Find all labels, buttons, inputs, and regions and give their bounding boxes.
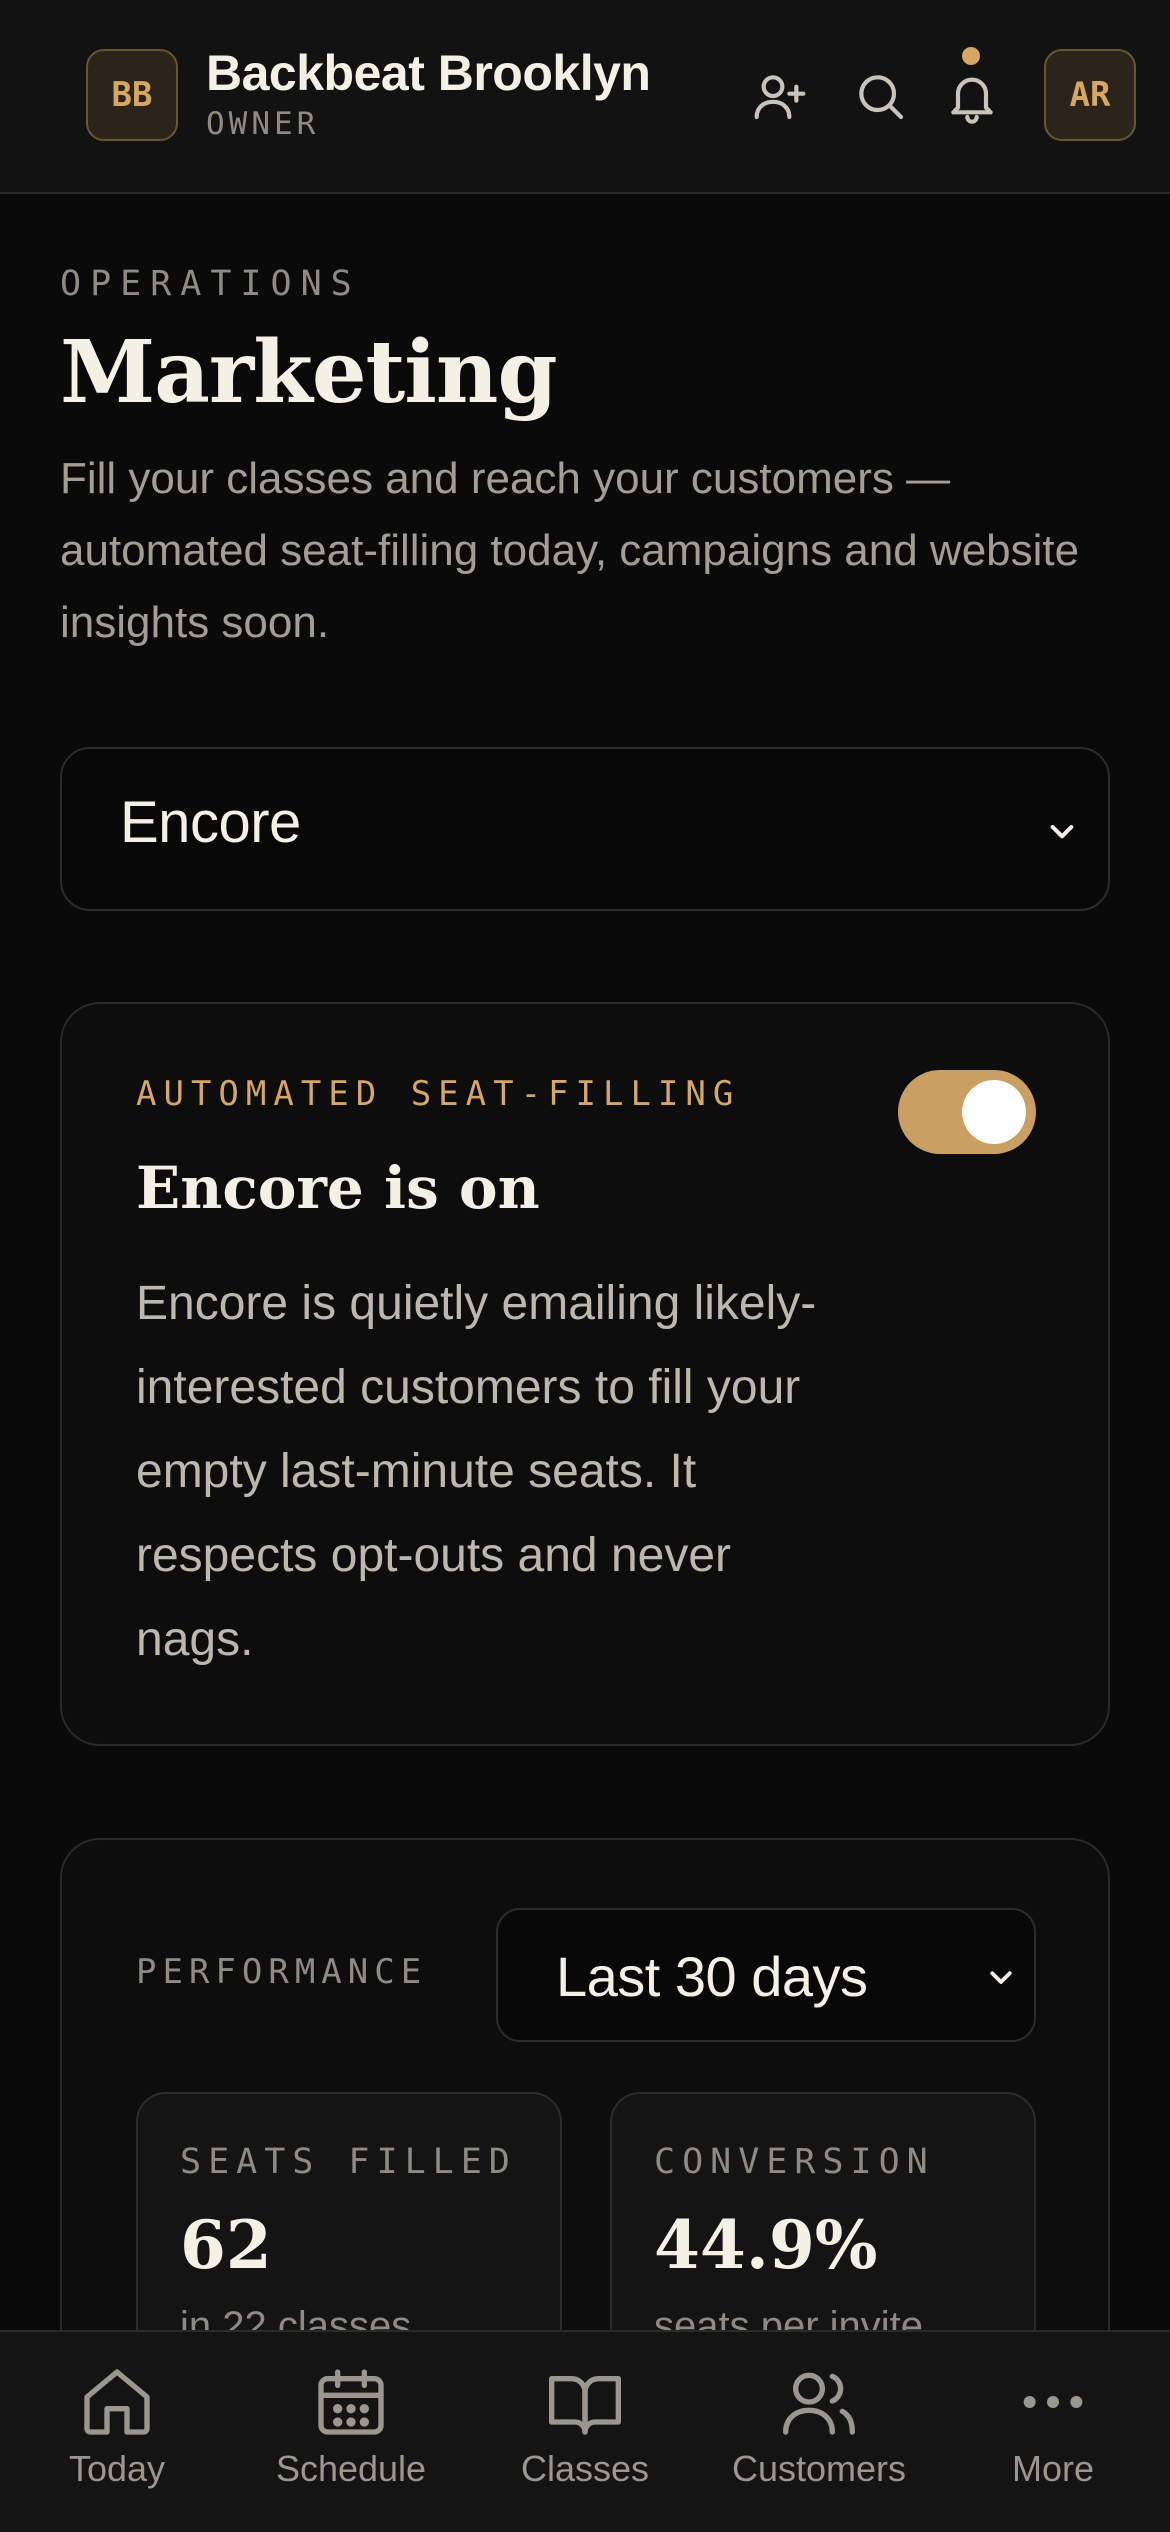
studio-name[interactable]: Backbeat Brooklyn — [206, 44, 651, 102]
more-icon — [1013, 2362, 1093, 2442]
performance-label: PERFORMANCE — [136, 1952, 428, 1992]
date-range-select[interactable]: Last 30 days — [496, 1908, 1036, 2042]
stat-label: SEATS FILLED — [180, 2142, 517, 2182]
book-icon — [545, 2362, 625, 2442]
tool-select[interactable]: Encore — [60, 747, 1110, 911]
search-icon[interactable] — [852, 68, 908, 124]
nav-label: More — [1011, 2448, 1095, 2489]
bottom-nav: Today Schedule Classes Customers More — [0, 2330, 1170, 2532]
studio-badge[interactable]: BB — [86, 49, 178, 141]
app-root: BB Backbeat Brooklyn OWNER AR OPERATIONS… — [0, 0, 1170, 2532]
date-range-value: Last 30 days — [556, 1945, 868, 2008]
bell-icon[interactable] — [944, 68, 1000, 124]
chevron-down-icon — [986, 1962, 1016, 1992]
stat-value: 62 — [180, 2206, 272, 2284]
nav-label: Today — [68, 2448, 166, 2489]
encore-card: AUTOMATED SEAT-FILLING Encore is on Enco… — [60, 1002, 1110, 1746]
nav-item-schedule[interactable]: Schedule — [234, 2332, 468, 2532]
nav-label: Schedule — [275, 2448, 427, 2489]
encore-description: Encore is quietly emailing likely-intere… — [136, 1277, 817, 1666]
calendar-icon — [311, 2362, 391, 2442]
tool-select-value: Encore — [120, 790, 301, 855]
nav-label: Classes — [520, 2448, 650, 2489]
nav-item-customers[interactable]: Customers — [702, 2332, 936, 2532]
encore-eyebrow: AUTOMATED SEAT-FILLING — [136, 1074, 741, 1114]
nav-label: Customers — [731, 2448, 907, 2489]
nav-item-today[interactable]: Today — [0, 2332, 234, 2532]
users-icon — [779, 2362, 859, 2442]
page-title: Marketing — [60, 322, 558, 423]
chevron-down-icon — [1046, 815, 1078, 847]
toggle-knob — [962, 1080, 1026, 1144]
encore-toggle[interactable] — [898, 1070, 1036, 1154]
section-eyebrow: OPERATIONS — [60, 264, 361, 304]
stat-value: 44.9% — [654, 2206, 878, 2284]
top-header: BB Backbeat Brooklyn OWNER AR — [0, 0, 1170, 194]
user-role: OWNER — [206, 106, 320, 142]
nav-item-more[interactable]: More — [936, 2332, 1170, 2532]
home-icon — [77, 2362, 157, 2442]
stat-label: CONVERSION — [654, 2142, 935, 2182]
page-description: Fill your classes and reach your custome… — [60, 454, 1080, 647]
add-user-icon[interactable] — [752, 68, 808, 124]
nav-item-classes[interactable]: Classes — [468, 2332, 702, 2532]
notification-dot — [962, 47, 980, 65]
user-avatar[interactable]: AR — [1044, 49, 1136, 141]
encore-title: Encore is on — [136, 1154, 540, 1222]
